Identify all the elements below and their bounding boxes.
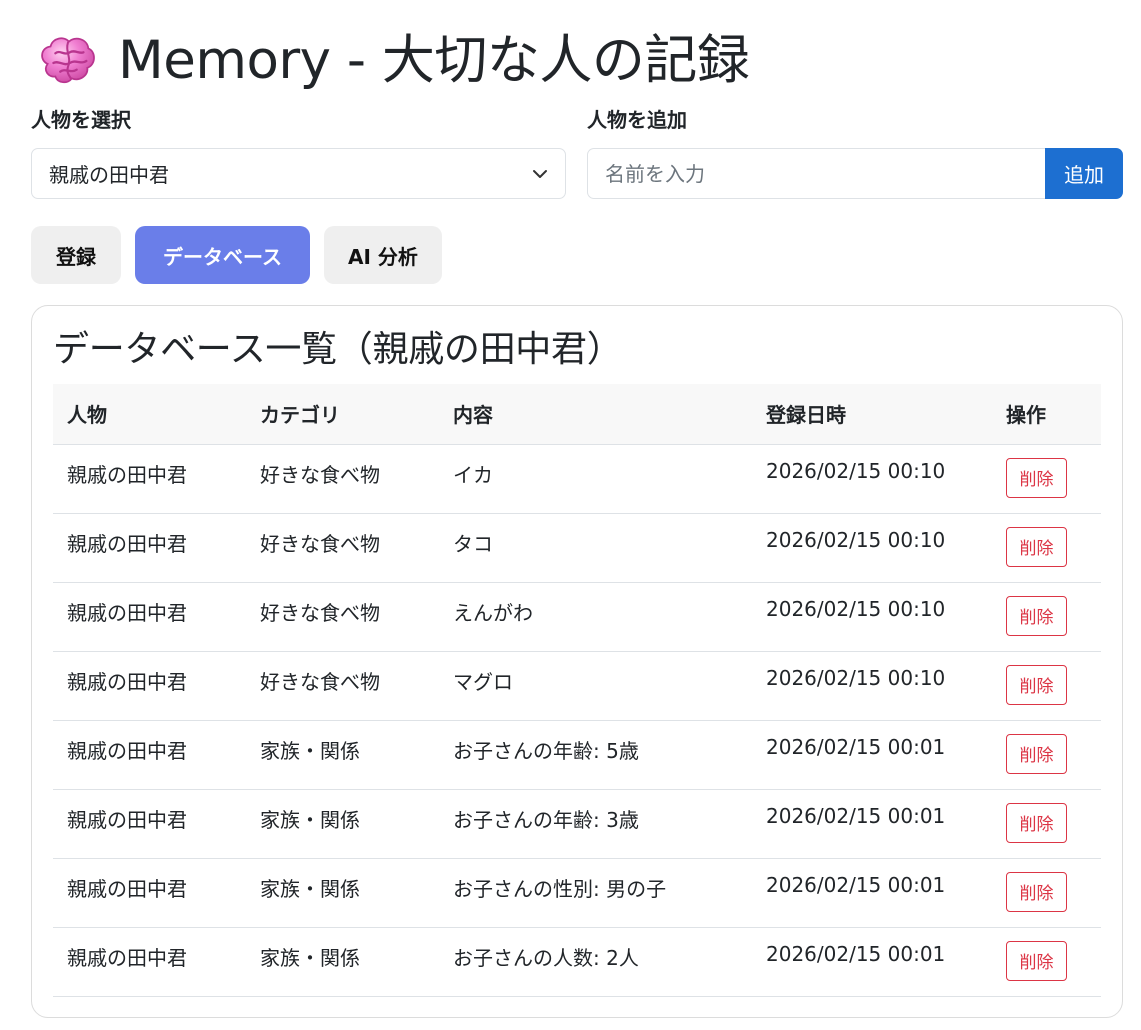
cell-registered: 2026/02/15 00:10 (752, 513, 992, 583)
delete-button[interactable]: 削除 (1006, 664, 1067, 705)
column-content: 内容 (439, 384, 752, 445)
person-select-value: 親戚の田中君 (49, 163, 169, 187)
cell-category: 家族・関係 (246, 927, 439, 997)
add-person-group: 追加 (587, 148, 1123, 199)
cell-category: 好きな食べ物 (246, 651, 439, 721)
tab-database[interactable]: データベース (135, 226, 310, 284)
table-row: 親戚の田中君 好きな食べ物 えんがわ 2026/02/15 00:10 削除 (53, 582, 1101, 652)
app-title-text: Memory - 大切な人の記録 (118, 30, 750, 91)
column-person: 人物 (53, 384, 246, 445)
delete-button[interactable]: 削除 (1006, 526, 1067, 567)
column-category: カテゴリ (246, 384, 439, 445)
cell-actions: 削除 (992, 651, 1101, 721)
cell-person: 親戚の田中君 (53, 858, 246, 928)
cell-registered: 2026/02/15 00:01 (752, 720, 992, 790)
cell-actions: 削除 (992, 513, 1101, 583)
cell-category: 家族・関係 (246, 720, 439, 790)
cell-actions: 削除 (992, 720, 1101, 790)
cell-registered: 2026/02/15 00:01 (752, 858, 992, 928)
cell-category: 好きな食べ物 (246, 444, 439, 514)
records-table: 人物 カテゴリ 内容 登録日時 操作 親戚の田中君 好きな食べ物 イカ 2026… (53, 384, 1101, 997)
cell-registered: 2026/02/15 00:10 (752, 444, 992, 514)
cell-content: お子さんの人数: 2人 (439, 927, 752, 997)
cell-person: 親戚の田中君 (53, 651, 246, 721)
cell-category: 家族・関係 (246, 789, 439, 859)
name-input[interactable] (587, 148, 1045, 199)
cell-registered: 2026/02/15 00:10 (752, 582, 992, 652)
delete-button[interactable]: 削除 (1006, 940, 1067, 981)
table-header: 人物 カテゴリ 内容 登録日時 操作 (53, 384, 1101, 445)
table-row: 親戚の田中君 家族・関係 お子さんの人数: 2人 2026/02/15 00:0… (53, 927, 1101, 997)
cell-person: 親戚の田中君 (53, 513, 246, 583)
table-row: 親戚の田中君 家族・関係 お子さんの年齢: 5歳 2026/02/15 00:0… (53, 720, 1101, 790)
column-registered: 登録日時 (752, 384, 992, 445)
cell-registered: 2026/02/15 00:01 (752, 789, 992, 859)
cell-person: 親戚の田中君 (53, 582, 246, 652)
table-row: 親戚の田中君 好きな食べ物 タコ 2026/02/15 00:10 削除 (53, 513, 1101, 583)
delete-button[interactable]: 削除 (1006, 802, 1067, 843)
cell-content: えんがわ (439, 582, 752, 652)
cell-content: イカ (439, 444, 752, 514)
page-title: Memory - 大切な人の記録 (36, 28, 750, 94)
cell-category: 家族・関係 (246, 858, 439, 928)
cell-content: マグロ (439, 651, 752, 721)
cell-actions: 削除 (992, 582, 1101, 652)
table-row: 親戚の田中君 家族・関係 お子さんの年齢: 3歳 2026/02/15 00:0… (53, 789, 1101, 859)
person-select-label: 人物を選択 (31, 108, 131, 132)
delete-button[interactable]: 削除 (1006, 733, 1067, 774)
table-row: 親戚の田中君 好きな食べ物 マグロ 2026/02/15 00:10 削除 (53, 651, 1101, 721)
table-row: 親戚の田中君 好きな食べ物 イカ 2026/02/15 00:10 削除 (53, 444, 1101, 514)
cell-category: 好きな食べ物 (246, 582, 439, 652)
database-title: データベース一覧（親戚の田中君） (53, 329, 623, 370)
table-header-row: 人物 カテゴリ 内容 登録日時 操作 (53, 384, 1101, 445)
cell-category: 好きな食べ物 (246, 513, 439, 583)
table-row: 親戚の田中君 家族・関係 お子さんの性別: 男の子 2026/02/15 00:… (53, 858, 1101, 928)
delete-button[interactable]: 削除 (1006, 595, 1067, 636)
tab-register[interactable]: 登録 (31, 226, 121, 284)
column-actions: 操作 (992, 384, 1101, 445)
cell-content: タコ (439, 513, 752, 583)
chevron-down-icon (533, 170, 547, 178)
cell-person: 親戚の田中君 (53, 720, 246, 790)
add-person-button[interactable]: 追加 (1045, 148, 1123, 199)
cell-actions: 削除 (992, 444, 1101, 514)
cell-actions: 削除 (992, 789, 1101, 859)
cell-content: お子さんの性別: 男の子 (439, 858, 752, 928)
tab-ai-analysis[interactable]: AI 分析 (324, 226, 442, 284)
delete-button[interactable]: 削除 (1006, 457, 1067, 498)
cell-actions: 削除 (992, 858, 1101, 928)
cell-registered: 2026/02/15 00:01 (752, 927, 992, 997)
view-tabs: 登録 データベース AI 分析 (31, 226, 442, 284)
memory-app: Memory - 大切な人の記録 人物を選択 人物を追加 親戚の田中君 追加 登… (0, 0, 1141, 1030)
cell-person: 親戚の田中君 (53, 789, 246, 859)
cell-content: お子さんの年齢: 5歳 (439, 720, 752, 790)
brain-icon (41, 37, 95, 84)
cell-actions: 削除 (992, 927, 1101, 997)
person-select[interactable]: 親戚の田中君 (31, 148, 566, 199)
cell-content: お子さんの年齢: 3歳 (439, 789, 752, 859)
database-panel: データベース一覧（親戚の田中君） 人物 カテゴリ 内容 登録日時 操作 親戚の田… (31, 305, 1123, 1018)
table-body: 親戚の田中君 好きな食べ物 イカ 2026/02/15 00:10 削除 親戚の… (53, 444, 1101, 997)
delete-button[interactable]: 削除 (1006, 871, 1067, 912)
cell-person: 親戚の田中君 (53, 444, 246, 514)
person-add-label: 人物を追加 (587, 108, 687, 132)
cell-person: 親戚の田中君 (53, 927, 246, 997)
cell-registered: 2026/02/15 00:10 (752, 651, 992, 721)
